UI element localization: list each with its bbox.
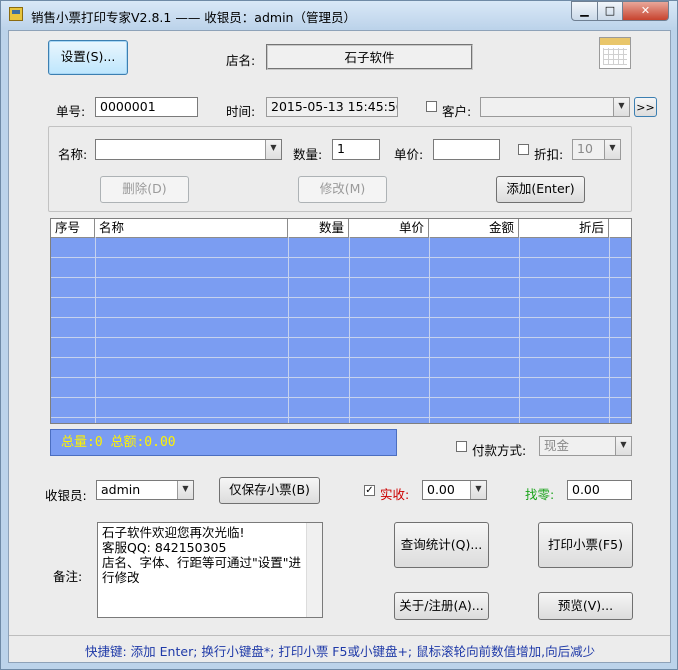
grid-line <box>51 397 631 398</box>
grid-line <box>51 377 631 378</box>
column-header-discounted[interactable]: 折后 <box>519 219 609 237</box>
main-panel: 设置(S)... 店名: 石子软件 单号: 0000001 时间: 2015-0… <box>8 30 671 663</box>
received-select[interactable]: 0.00 ▼ <box>422 480 487 500</box>
order-no-input[interactable]: 0000001 <box>95 97 198 117</box>
add-item-button[interactable]: 添加(Enter) <box>496 176 585 203</box>
discount-select[interactable]: 10 ▼ <box>572 139 621 160</box>
price-label: 单价: <box>394 147 424 162</box>
shop-name-label: 店名: <box>226 53 256 68</box>
change-display[interactable]: 0.00 <box>567 480 632 500</box>
save-ticket-button[interactable]: 仅保存小票(B) <box>219 477 320 504</box>
qty-label: 数量: <box>293 147 323 162</box>
column-header-name[interactable]: 名称 <box>95 219 288 237</box>
memo-text: 石子软件欢迎您再次光临! 客服QQ: 842150305 店名、字体、行距等可通… <box>102 525 301 585</box>
grid-line <box>51 277 631 278</box>
cashier-label: 收银员: <box>45 488 87 503</box>
customer-label: 客户: <box>442 104 472 119</box>
payment-method-select[interactable]: 现金 ▼ <box>539 436 632 456</box>
minimize-button[interactable]: ▁ <box>571 1 598 21</box>
chevron-down-icon[interactable]: ▼ <box>470 481 486 499</box>
discount-checkbox[interactable] <box>518 144 529 155</box>
grid-line <box>51 357 631 358</box>
memo-textarea[interactable]: 石子软件欢迎您再次光临! 客服QQ: 842150305 店名、字体、行距等可通… <box>97 522 323 618</box>
chevron-down-icon[interactable]: ▼ <box>177 481 193 499</box>
chevron-down-icon[interactable]: ▼ <box>604 140 620 159</box>
chevron-down-icon[interactable]: ▼ <box>615 437 631 455</box>
divider <box>9 635 670 636</box>
delete-item-button[interactable]: 删除(D) <box>100 176 189 203</box>
grid-line <box>349 237 350 423</box>
item-name-label: 名称: <box>58 147 88 162</box>
grid-line <box>51 337 631 338</box>
more-customer-button[interactable]: >> <box>634 97 657 117</box>
order-no-label: 单号: <box>56 104 86 119</box>
memo-label: 备注: <box>53 569 83 584</box>
item-name-select[interactable]: ▼ <box>95 139 282 160</box>
chevron-down-icon[interactable]: ▼ <box>613 98 629 116</box>
column-header-price[interactable]: 单价 <box>349 219 429 237</box>
column-header-index[interactable]: 序号 <box>51 219 95 237</box>
received-value: 0.00 <box>427 482 455 497</box>
window-title: 销售小票打印专家V2.8.1 —— 收银员：admin（管理员） <box>31 10 356 25</box>
chevron-down-icon[interactable]: ▼ <box>265 140 281 159</box>
column-header-qty[interactable]: 数量 <box>288 219 349 237</box>
calendar-icon[interactable] <box>599 37 631 69</box>
received-checkbox[interactable]: ✓ <box>364 485 375 496</box>
grid-line <box>609 237 610 423</box>
app-icon <box>9 7 23 21</box>
about-register-button[interactable]: 关于/注册(A)... <box>394 592 489 620</box>
maximize-button[interactable]: □ <box>597 1 623 21</box>
price-input[interactable] <box>433 139 500 160</box>
memo-scrollbar[interactable] <box>306 523 322 617</box>
grid-line <box>51 297 631 298</box>
shop-name-display: 石子软件 <box>266 44 473 70</box>
table-header: 序号 名称 数量 单价 金额 折后 <box>51 219 631 238</box>
grid-line <box>288 237 289 423</box>
discount-label: 折扣: <box>534 147 564 162</box>
cashier-value: admin <box>101 482 141 497</box>
payment-checkbox[interactable] <box>456 441 467 452</box>
shortcut-hint: 快捷键: 添加 Enter; 换行小键盘*; 打印小票 F5或小键盘+; 鼠标滚… <box>85 644 596 659</box>
customer-select[interactable]: ▼ <box>480 97 630 117</box>
close-button[interactable]: ✕ <box>622 1 669 21</box>
query-stats-button[interactable]: 查询统计(Q)... <box>394 522 489 568</box>
totals-display: 总量:0 总额:0.00 <box>50 429 397 456</box>
payment-method-value: 现金 <box>544 438 570 453</box>
received-label: 实收: <box>380 487 410 502</box>
preview-button[interactable]: 预览(V)... <box>538 592 633 620</box>
grid-line <box>51 417 631 418</box>
grid-line <box>95 237 96 423</box>
modify-item-button[interactable]: 修改(M) <box>298 176 387 203</box>
title-bar[interactable]: 销售小票打印专家V2.8.1 —— 收银员：admin（管理员） ▁ □ ✕ <box>1 1 677 29</box>
qty-input[interactable]: 1 <box>332 139 380 160</box>
discount-value: 10 <box>577 141 593 156</box>
items-table[interactable]: 序号 名称 数量 单价 金额 折后 <box>50 218 632 424</box>
time-label: 时间: <box>226 104 256 119</box>
cashier-select[interactable]: admin ▼ <box>96 480 194 500</box>
settings-button[interactable]: 设置(S)... <box>48 40 128 75</box>
print-ticket-button[interactable]: 打印小票(F5) <box>538 522 633 568</box>
payment-label: 付款方式: <box>472 443 527 458</box>
app-window: 销售小票打印专家V2.8.1 —— 收银员：admin（管理员） ▁ □ ✕ 设… <box>0 0 678 670</box>
grid-line <box>429 237 430 423</box>
time-display: 2015-05-13 15:45:56 <box>266 97 398 117</box>
customer-checkbox[interactable] <box>426 101 437 112</box>
column-header-amount[interactable]: 金额 <box>429 219 519 237</box>
grid-line <box>519 237 520 423</box>
change-label: 找零: <box>525 487 555 502</box>
grid-line <box>51 317 631 318</box>
grid-line <box>51 257 631 258</box>
